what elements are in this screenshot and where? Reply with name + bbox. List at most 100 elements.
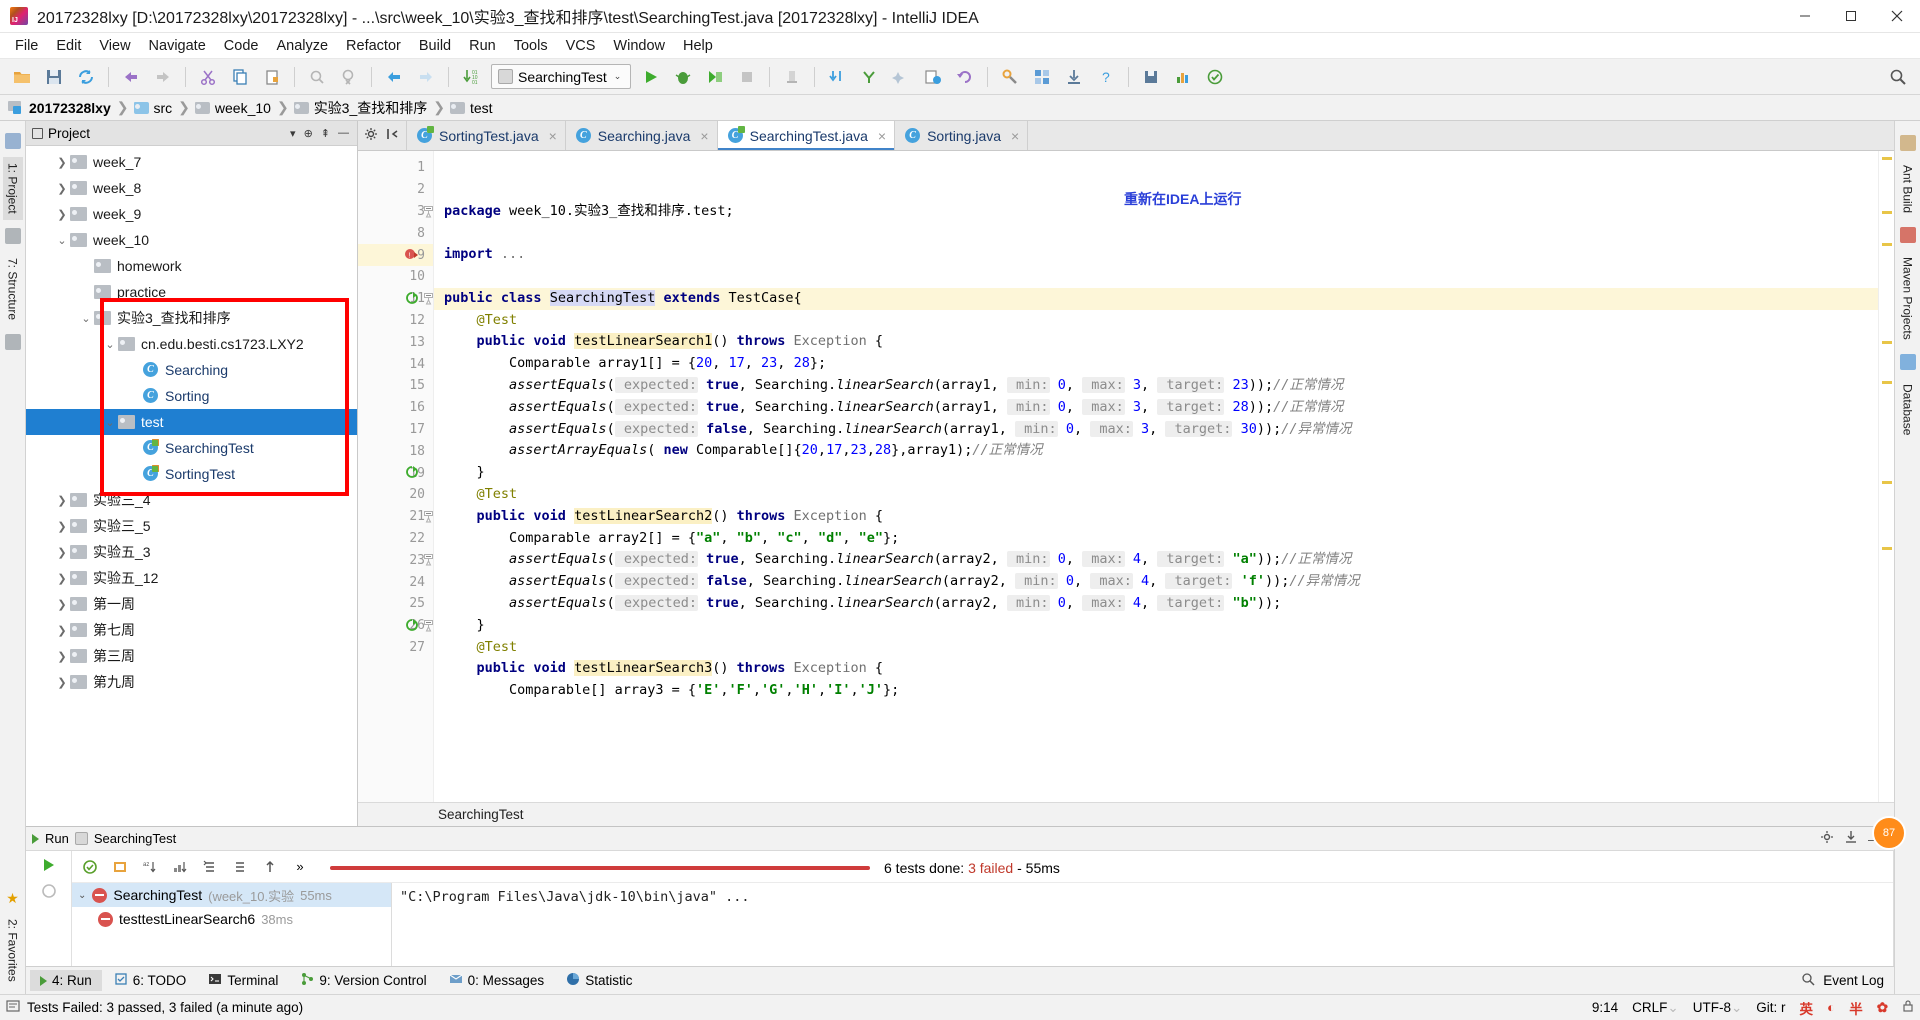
project-structure-icon[interactable]: [1028, 63, 1056, 91]
tree-item-SortingTest[interactable]: SortingTest: [26, 461, 357, 487]
chevron-down-icon[interactable]: ⌄: [78, 312, 94, 325]
gutter-line-10[interactable]: 10: [358, 266, 433, 288]
project-tree[interactable]: ❯ week_7 ❯ week_8 ❯ week_9 ⌄ week_10 homework pra…: [26, 146, 357, 826]
menu-analyze[interactable]: Analyze: [267, 36, 337, 56]
cut-icon[interactable]: [194, 63, 222, 91]
ime-width-indicator[interactable]: 半: [1849, 998, 1863, 1018]
gutter-line-12[interactable]: 12: [358, 310, 433, 332]
database-icon[interactable]: [1899, 353, 1916, 370]
chevron-right-icon[interactable]: ❯: [54, 676, 70, 689]
git-branch[interactable]: Git: r: [1756, 1000, 1785, 1015]
file-encoding[interactable]: UTF-8⌄: [1693, 1000, 1743, 1016]
menu-help[interactable]: Help: [674, 36, 722, 56]
sort-duration-icon[interactable]: [170, 857, 190, 877]
bottom-tab-run[interactable]: 4: Run: [30, 970, 102, 991]
rail-tab-database[interactable]: Database: [1898, 378, 1918, 441]
breadcrumb-item-src[interactable]: src: [133, 100, 177, 116]
gutter-line-1[interactable]: 1: [358, 157, 433, 179]
gutter-line-27[interactable]: 27: [358, 637, 433, 659]
warning-marker[interactable]: [1882, 243, 1892, 246]
hide-panel-icon[interactable]: —: [338, 127, 349, 139]
run-test-gutter-icon[interactable]: [404, 291, 420, 310]
chevron-down-icon[interactable]: ⌄: [102, 416, 118, 429]
bottom-tab-todo[interactable]: 6: TODO: [104, 969, 197, 992]
warning-marker[interactable]: [1882, 341, 1892, 344]
code-line-27[interactable]: Comparable[] array3 = {'E','F','G','H','…: [444, 680, 1878, 702]
run-panel-tab-label[interactable]: Run: [45, 831, 69, 846]
code-content[interactable]: package week_10.实验3_查找和排序.test; import .…: [434, 151, 1878, 802]
gutter-line-16[interactable]: 16: [358, 397, 433, 419]
code-fold-icon[interactable]: [424, 510, 433, 526]
code-line-8[interactable]: [444, 266, 1878, 288]
menu-file[interactable]: File: [6, 36, 47, 56]
chevron-right-icon[interactable]: ❯: [54, 494, 70, 507]
gutter-line-19[interactable]: 19: [358, 462, 433, 484]
gutter-line-11[interactable]: 11: [358, 288, 433, 310]
notification-badge[interactable]: 87: [1872, 816, 1906, 850]
hide-editor-icon[interactable]: [386, 127, 400, 144]
history-icon[interactable]: [919, 63, 947, 91]
ime-language-indicator[interactable]: 英: [1800, 998, 1814, 1018]
tree-item-practice[interactable]: practice: [26, 279, 357, 305]
compare-icon[interactable]: [887, 63, 915, 91]
bottom-tab-version-control[interactable]: 9: Version Control: [290, 969, 436, 992]
menu-navigate[interactable]: Navigate: [140, 36, 215, 56]
rail-tab-structure[interactable]: 7: Structure: [3, 252, 23, 326]
gear-icon[interactable]: [1820, 830, 1834, 847]
tree-item-实验三_4[interactable]: ❯ 实验三_4: [26, 487, 357, 513]
gear-icon[interactable]: [364, 127, 378, 144]
tree-item-实验五_3[interactable]: ❯ 实验五_3: [26, 539, 357, 565]
update-icon[interactable]: [855, 63, 883, 91]
breadcrumb-item-week10[interactable]: week_10: [194, 100, 275, 116]
find-icon[interactable]: [303, 63, 331, 91]
code-line-2[interactable]: [444, 222, 1878, 244]
close-icon[interactable]: ×: [878, 128, 886, 144]
ant-build-icon[interactable]: [1899, 135, 1916, 151]
gutter-line-23[interactable]: 23: [358, 549, 433, 571]
ime-mode-icon[interactable]: ◐: [1827, 1000, 1835, 1015]
menu-vcs[interactable]: VCS: [557, 36, 605, 56]
forward-icon[interactable]: [412, 63, 440, 91]
build-icon[interactable]: [778, 63, 806, 91]
tree-item-实验3_查找和排序[interactable]: ⌄ 实验3_查找和排序: [26, 305, 357, 331]
code-line-22[interactable]: assertEquals( expected: false, Searching…: [444, 571, 1878, 593]
code-line-14[interactable]: assertEquals( expected: true, Searching.…: [444, 397, 1878, 419]
chevron-right-icon[interactable]: ❯: [54, 182, 70, 195]
code-line-11[interactable]: public void testLinearSearch1() throws E…: [444, 331, 1878, 353]
breadcrumb-item-test[interactable]: test: [450, 100, 497, 116]
gutter-line-13[interactable]: 13: [358, 331, 433, 353]
tree-item-cn.edu.besti.cs1723.LXY2[interactable]: ⌄ cn.edu.besti.cs1723.LXY2: [26, 331, 357, 357]
project-tool-icon[interactable]: [4, 133, 21, 149]
editor-tab-searchingtest[interactable]: SearchingTest.java ×: [717, 121, 896, 150]
code-line-16[interactable]: assertArrayEquals( new Comparable[]{20,1…: [444, 440, 1878, 462]
gutter-line-8[interactable]: 8: [358, 222, 433, 244]
redo-icon[interactable]: [149, 63, 177, 91]
validate-icon[interactable]: [1201, 63, 1229, 91]
warning-marker[interactable]: [1882, 547, 1892, 550]
chevron-right-icon[interactable]: ❯: [54, 520, 70, 533]
code-editor[interactable]: 1 2 3 8 9 10 11 12 13 14 15 16 17 18 19 20 21 22 23 24 25 26 2…: [358, 151, 1894, 802]
menu-build[interactable]: Build: [410, 36, 460, 56]
ime-extra-icon[interactable]: ✿: [1877, 1000, 1888, 1016]
maven-icon[interactable]: [1899, 227, 1916, 244]
bottom-tab-messages[interactable]: 0: Messages: [439, 969, 555, 992]
chevron-right-icon[interactable]: ❯: [54, 156, 70, 169]
code-line-23[interactable]: assertEquals( expected: true, Searching.…: [444, 593, 1878, 615]
info-icon[interactable]: [6, 999, 20, 1016]
editor-tab-sortingtest[interactable]: SortingTest.java ×: [407, 121, 566, 150]
warning-marker[interactable]: [1882, 211, 1892, 214]
tree-item-SearchingTest[interactable]: SearchingTest: [26, 435, 357, 461]
chevron-down-icon[interactable]: ▾: [290, 127, 296, 140]
chevron-right-icon[interactable]: ❯: [54, 624, 70, 637]
search-icon[interactable]: [1801, 972, 1815, 989]
error-gutter-icon[interactable]: !: [404, 247, 420, 266]
gutter-line-3[interactable]: 3: [358, 201, 433, 223]
stop-icon[interactable]: [733, 63, 761, 91]
revert-icon[interactable]: [951, 63, 979, 91]
tree-item-实验五_12[interactable]: ❯ 实验五_12: [26, 565, 357, 591]
rail-tab-maven[interactable]: Maven Projects: [1898, 251, 1918, 346]
breadcrumb-item-project[interactable]: 20172328lxy: [8, 100, 115, 116]
tree-item-实验三_5[interactable]: ❯ 实验三_5: [26, 513, 357, 539]
gutter-line-20[interactable]: 20: [358, 484, 433, 506]
prev-occurrence-icon[interactable]: [260, 857, 280, 877]
